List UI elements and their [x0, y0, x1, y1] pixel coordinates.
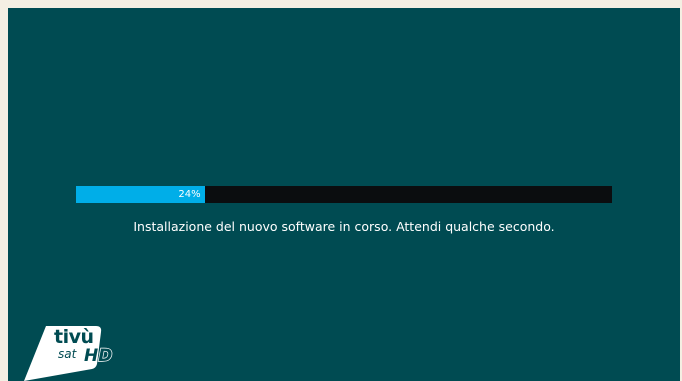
- progress-percent-label: 24%: [178, 189, 201, 200]
- progress-fill: 24%: [76, 186, 205, 203]
- logo-sub-text: sat: [58, 347, 77, 361]
- install-screen: 24% Installazione del nuovo software in …: [8, 8, 680, 381]
- logo-hd-text: HD: [83, 346, 113, 366]
- status-message: Installazione del nuovo software in cors…: [133, 219, 555, 234]
- logo-brand-text: tivù: [54, 326, 94, 348]
- progress-bar: 24%: [76, 186, 612, 203]
- tivusat-hd-logo: tivù sat HD: [22, 324, 122, 381]
